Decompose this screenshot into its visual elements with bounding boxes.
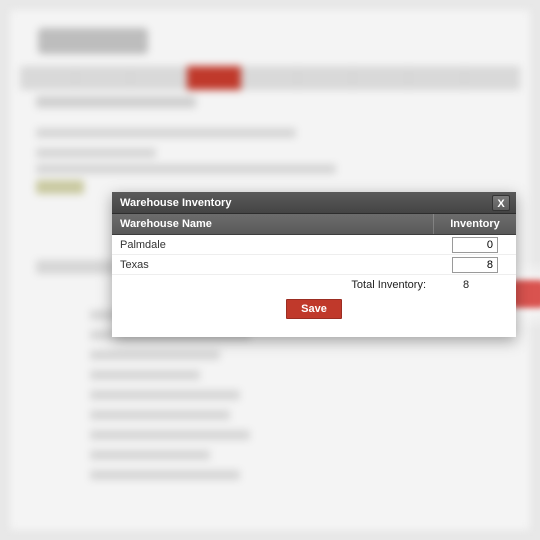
- bg-tabs: [20, 66, 520, 90]
- warehouse-name-cell: Palmdale: [112, 239, 434, 251]
- total-inventory-row: Total Inventory: 8: [112, 275, 516, 295]
- grid-header: Warehouse Name Inventory: [112, 214, 516, 235]
- warehouse-name-cell: Texas: [112, 259, 434, 271]
- dialog-title: Warehouse Inventory: [120, 197, 492, 209]
- table-row: Palmdale: [112, 235, 516, 255]
- total-inventory-label: Total Inventory:: [351, 279, 434, 291]
- column-header-inventory: Inventory: [434, 214, 516, 234]
- column-header-warehouse-name: Warehouse Name: [112, 214, 434, 234]
- bg-logo: [38, 28, 148, 54]
- inventory-input[interactable]: [452, 257, 498, 273]
- inventory-input[interactable]: [452, 237, 498, 253]
- save-button[interactable]: Save: [286, 299, 342, 319]
- close-button[interactable]: X: [492, 195, 510, 211]
- total-inventory-value: 8: [434, 279, 516, 291]
- dialog-actions: Save: [112, 295, 516, 337]
- dialog-titlebar: Warehouse Inventory X: [112, 192, 516, 214]
- table-row: Texas: [112, 255, 516, 275]
- grid-body: Palmdale Texas Total Inventory: 8 Save: [112, 235, 516, 337]
- warehouse-inventory-dialog: Warehouse Inventory X Warehouse Name Inv…: [112, 192, 516, 337]
